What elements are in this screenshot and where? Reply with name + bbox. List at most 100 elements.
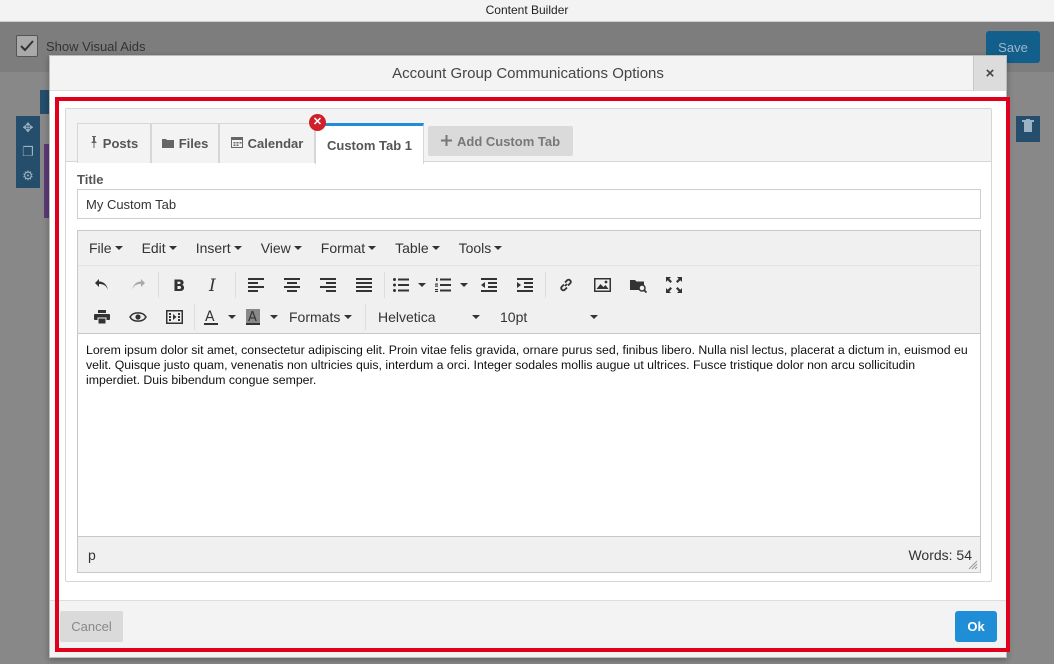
modal-footer: Cancel Ok	[50, 600, 1006, 657]
app-title: Content Builder	[485, 3, 569, 17]
print-icon[interactable]	[84, 303, 120, 331]
redo-icon[interactable]	[120, 271, 156, 299]
formats-label: Formats	[289, 309, 341, 325]
menu-insert[interactable]: Insert	[196, 240, 242, 256]
modal-body: Posts Files Calendar Custom Tab 1 ✕ Add …	[65, 108, 992, 582]
indent-icon[interactable]	[507, 271, 543, 299]
cancel-button[interactable]: Cancel	[60, 611, 123, 642]
formats-dropdown[interactable]: Formats	[289, 309, 363, 325]
preview-eye-icon[interactable]	[120, 303, 156, 331]
word-count: Words: 54	[908, 547, 972, 563]
element-path[interactable]: p	[88, 547, 96, 563]
modal-header: Account Group Communications Options ×	[50, 56, 1006, 91]
svg-text:B: B	[173, 277, 185, 293]
tab-calendar-label: Calendar	[247, 136, 304, 151]
editor-content[interactable]: Lorem ipsum dolor sit amet, consectetur …	[78, 335, 980, 535]
menu-view[interactable]: View	[261, 240, 302, 256]
outdent-icon[interactable]	[471, 271, 507, 299]
align-right-icon[interactable]	[310, 271, 346, 299]
chevron-down-icon	[344, 315, 353, 319]
chevron-down-icon	[472, 315, 480, 319]
caret-down-icon	[368, 246, 377, 250]
caret-down-icon	[293, 246, 302, 250]
tab-files[interactable]: Files	[151, 123, 219, 163]
visual-aids-checkbox[interactable]	[16, 35, 38, 57]
plus-icon	[440, 134, 452, 149]
tab-posts-label: Posts	[102, 136, 139, 151]
tab-custom-label: Custom Tab 1	[327, 137, 412, 153]
svg-text:A: A	[205, 309, 215, 325]
background-color-split-button[interactable]: A	[239, 303, 281, 331]
title-field-label: Title	[77, 172, 104, 187]
close-button[interactable]: ×	[973, 56, 1006, 91]
align-left-icon[interactable]	[238, 271, 274, 299]
remove-tab-icon[interactable]: ✕	[309, 114, 326, 131]
bold-icon[interactable]: B	[161, 271, 197, 299]
caret-down-icon	[494, 246, 503, 250]
modal-title: Account Group Communications Options	[392, 65, 664, 82]
menu-format[interactable]: Format	[321, 240, 377, 256]
undo-icon[interactable]	[84, 271, 120, 299]
options-modal: Account Group Communications Options × P…	[49, 55, 1007, 658]
settings-icon[interactable]: ⚙	[16, 164, 40, 188]
caret-down-icon	[168, 246, 177, 250]
editor-toolbar: B I A A Formats Helvetica 10pt	[78, 266, 980, 334]
bullet-list-split-button[interactable]	[387, 271, 429, 299]
image-icon[interactable]	[584, 271, 620, 299]
font-size-value: 10pt	[500, 309, 528, 325]
chevron-down-icon[interactable]	[457, 283, 471, 287]
tab-custom-tab-1[interactable]: Custom Tab 1	[315, 123, 424, 164]
svg-text:A: A	[248, 310, 257, 325]
menu-table[interactable]: Table	[395, 240, 440, 256]
align-justify-icon[interactable]	[346, 271, 382, 299]
editor-statusbar: p Words: 54	[78, 536, 980, 572]
block-tools: ✥ ❐ ⚙	[16, 116, 40, 188]
font-family-select[interactable]: Helvetica	[378, 309, 490, 325]
italic-icon[interactable]: I	[197, 271, 233, 299]
bullet-list-icon[interactable]	[387, 271, 415, 299]
chevron-down-icon[interactable]	[225, 315, 239, 319]
menu-file[interactable]: File	[89, 240, 123, 256]
move-icon[interactable]: ✥	[16, 116, 40, 140]
copy-icon[interactable]: ❐	[16, 140, 40, 164]
resize-grip-icon[interactable]	[968, 560, 978, 570]
tab-files-label: Files	[178, 136, 209, 151]
numbered-list-icon[interactable]	[429, 271, 457, 299]
text-color-icon[interactable]: A	[197, 303, 225, 331]
chevron-down-icon[interactable]	[415, 283, 429, 287]
title-field[interactable]	[77, 189, 981, 219]
align-center-icon[interactable]	[274, 271, 310, 299]
add-tab-label: Add Custom Tab	[456, 133, 561, 149]
chevron-down-icon[interactable]	[267, 315, 281, 319]
caret-down-icon	[114, 246, 123, 250]
svg-text:I: I	[208, 277, 216, 293]
caret-down-icon	[431, 246, 440, 250]
trash-icon[interactable]	[1016, 116, 1040, 142]
add-custom-tab-button[interactable]: Add Custom Tab	[428, 126, 573, 156]
toolbar-row-2: A A Formats Helvetica 10pt	[84, 302, 610, 332]
app-title-bar: Content Builder	[0, 0, 1054, 22]
ok-button[interactable]: Ok	[955, 611, 997, 642]
calendar-icon	[230, 136, 243, 151]
numbered-list-split-button[interactable]	[429, 271, 471, 299]
chevron-down-icon	[590, 315, 598, 319]
menu-tools[interactable]: Tools	[459, 240, 503, 256]
font-family-value: Helvetica	[378, 309, 436, 325]
fullscreen-icon[interactable]	[656, 271, 692, 299]
tab-posts[interactable]: Posts	[77, 123, 151, 163]
menu-edit[interactable]: Edit	[142, 240, 177, 256]
toolbar-row-1: B I	[84, 270, 692, 300]
folder-icon	[161, 137, 174, 151]
visual-aids-label: Show Visual Aids	[46, 38, 146, 54]
text-color-split-button[interactable]: A	[197, 303, 239, 331]
background-color-icon[interactable]: A	[239, 303, 267, 331]
tabs-bar: Posts Files Calendar Custom Tab 1 ✕ Add …	[66, 109, 991, 164]
caret-down-icon	[233, 246, 242, 250]
font-size-select[interactable]: 10pt	[500, 309, 610, 325]
media-icon[interactable]	[156, 303, 192, 331]
show-visual-aids-toggle[interactable]: Show Visual Aids	[16, 35, 146, 57]
tab-calendar[interactable]: Calendar	[219, 123, 315, 163]
rich-text-editor: File Edit Insert View Format Table Tools	[77, 230, 981, 573]
link-icon[interactable]	[548, 271, 584, 299]
file-browser-icon[interactable]	[620, 271, 656, 299]
